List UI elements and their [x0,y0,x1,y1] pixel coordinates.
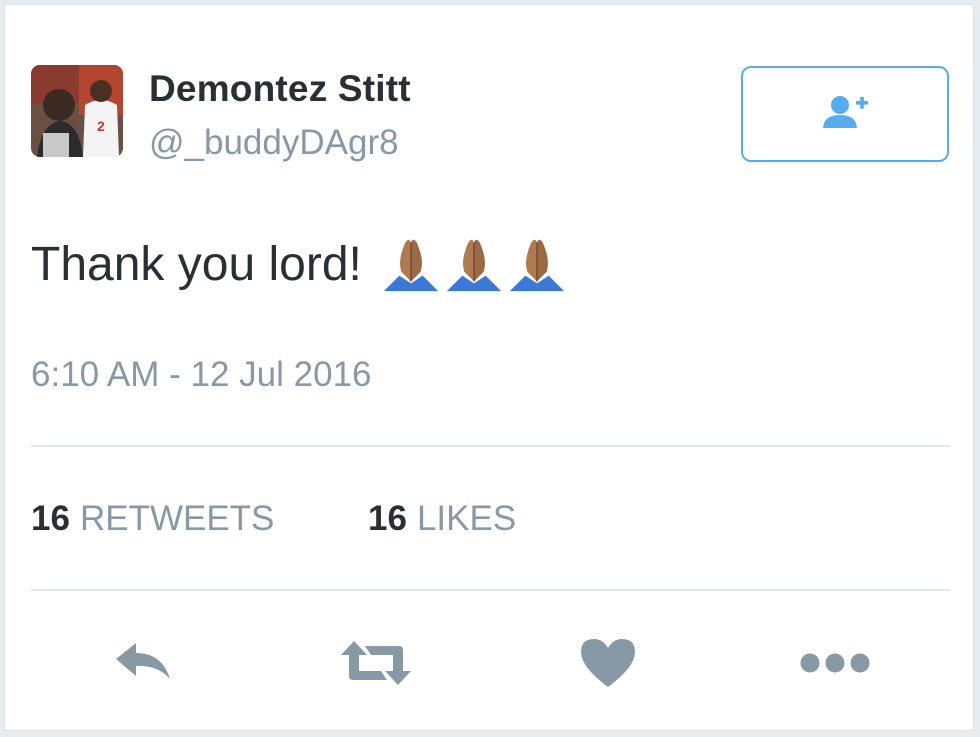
retweets-count: 16 [31,499,70,538]
likes-label: LIKES [416,499,517,538]
svg-text:2: 2 [97,118,105,134]
tweet-text-content: Thank you lord! [31,237,362,291]
tweet-text: Thank you lord! [31,233,568,295]
emoji-row [380,233,568,295]
retweet-button[interactable] [335,631,417,695]
follow-button[interactable] [741,66,949,162]
folded-hands-emoji [509,239,564,292]
reply-button[interactable] [109,631,179,695]
avatar[interactable]: 2 [31,65,123,157]
add-user-icon [823,96,868,128]
folded-hands-emoji [446,239,501,292]
avatar-image: 2 [31,65,123,157]
likes-stat[interactable]: 16 LIKES [368,499,516,539]
more-icon [800,653,870,673]
tweet-card: 2 Demontez Stitt @_buddyDAgr8 Thank you … [4,4,974,731]
display-name[interactable]: Demontez Stitt [149,68,411,110]
retweets-label: RETWEETS [79,499,275,538]
divider [31,445,950,447]
like-button[interactable] [575,631,641,695]
reply-icon [116,643,170,679]
heart-icon [581,639,635,687]
tweet-timestamp[interactable]: 6:10 AM - 12 Jul 2016 [31,355,372,395]
more-button[interactable] [795,631,875,695]
folded-hands-emoji [383,239,438,292]
divider [31,589,950,591]
likes-count: 16 [368,499,407,538]
user-handle[interactable]: @_buddyDAgr8 [149,123,399,163]
retweet-icon [341,641,411,685]
retweets-stat[interactable]: 16 RETWEETS [31,499,274,539]
